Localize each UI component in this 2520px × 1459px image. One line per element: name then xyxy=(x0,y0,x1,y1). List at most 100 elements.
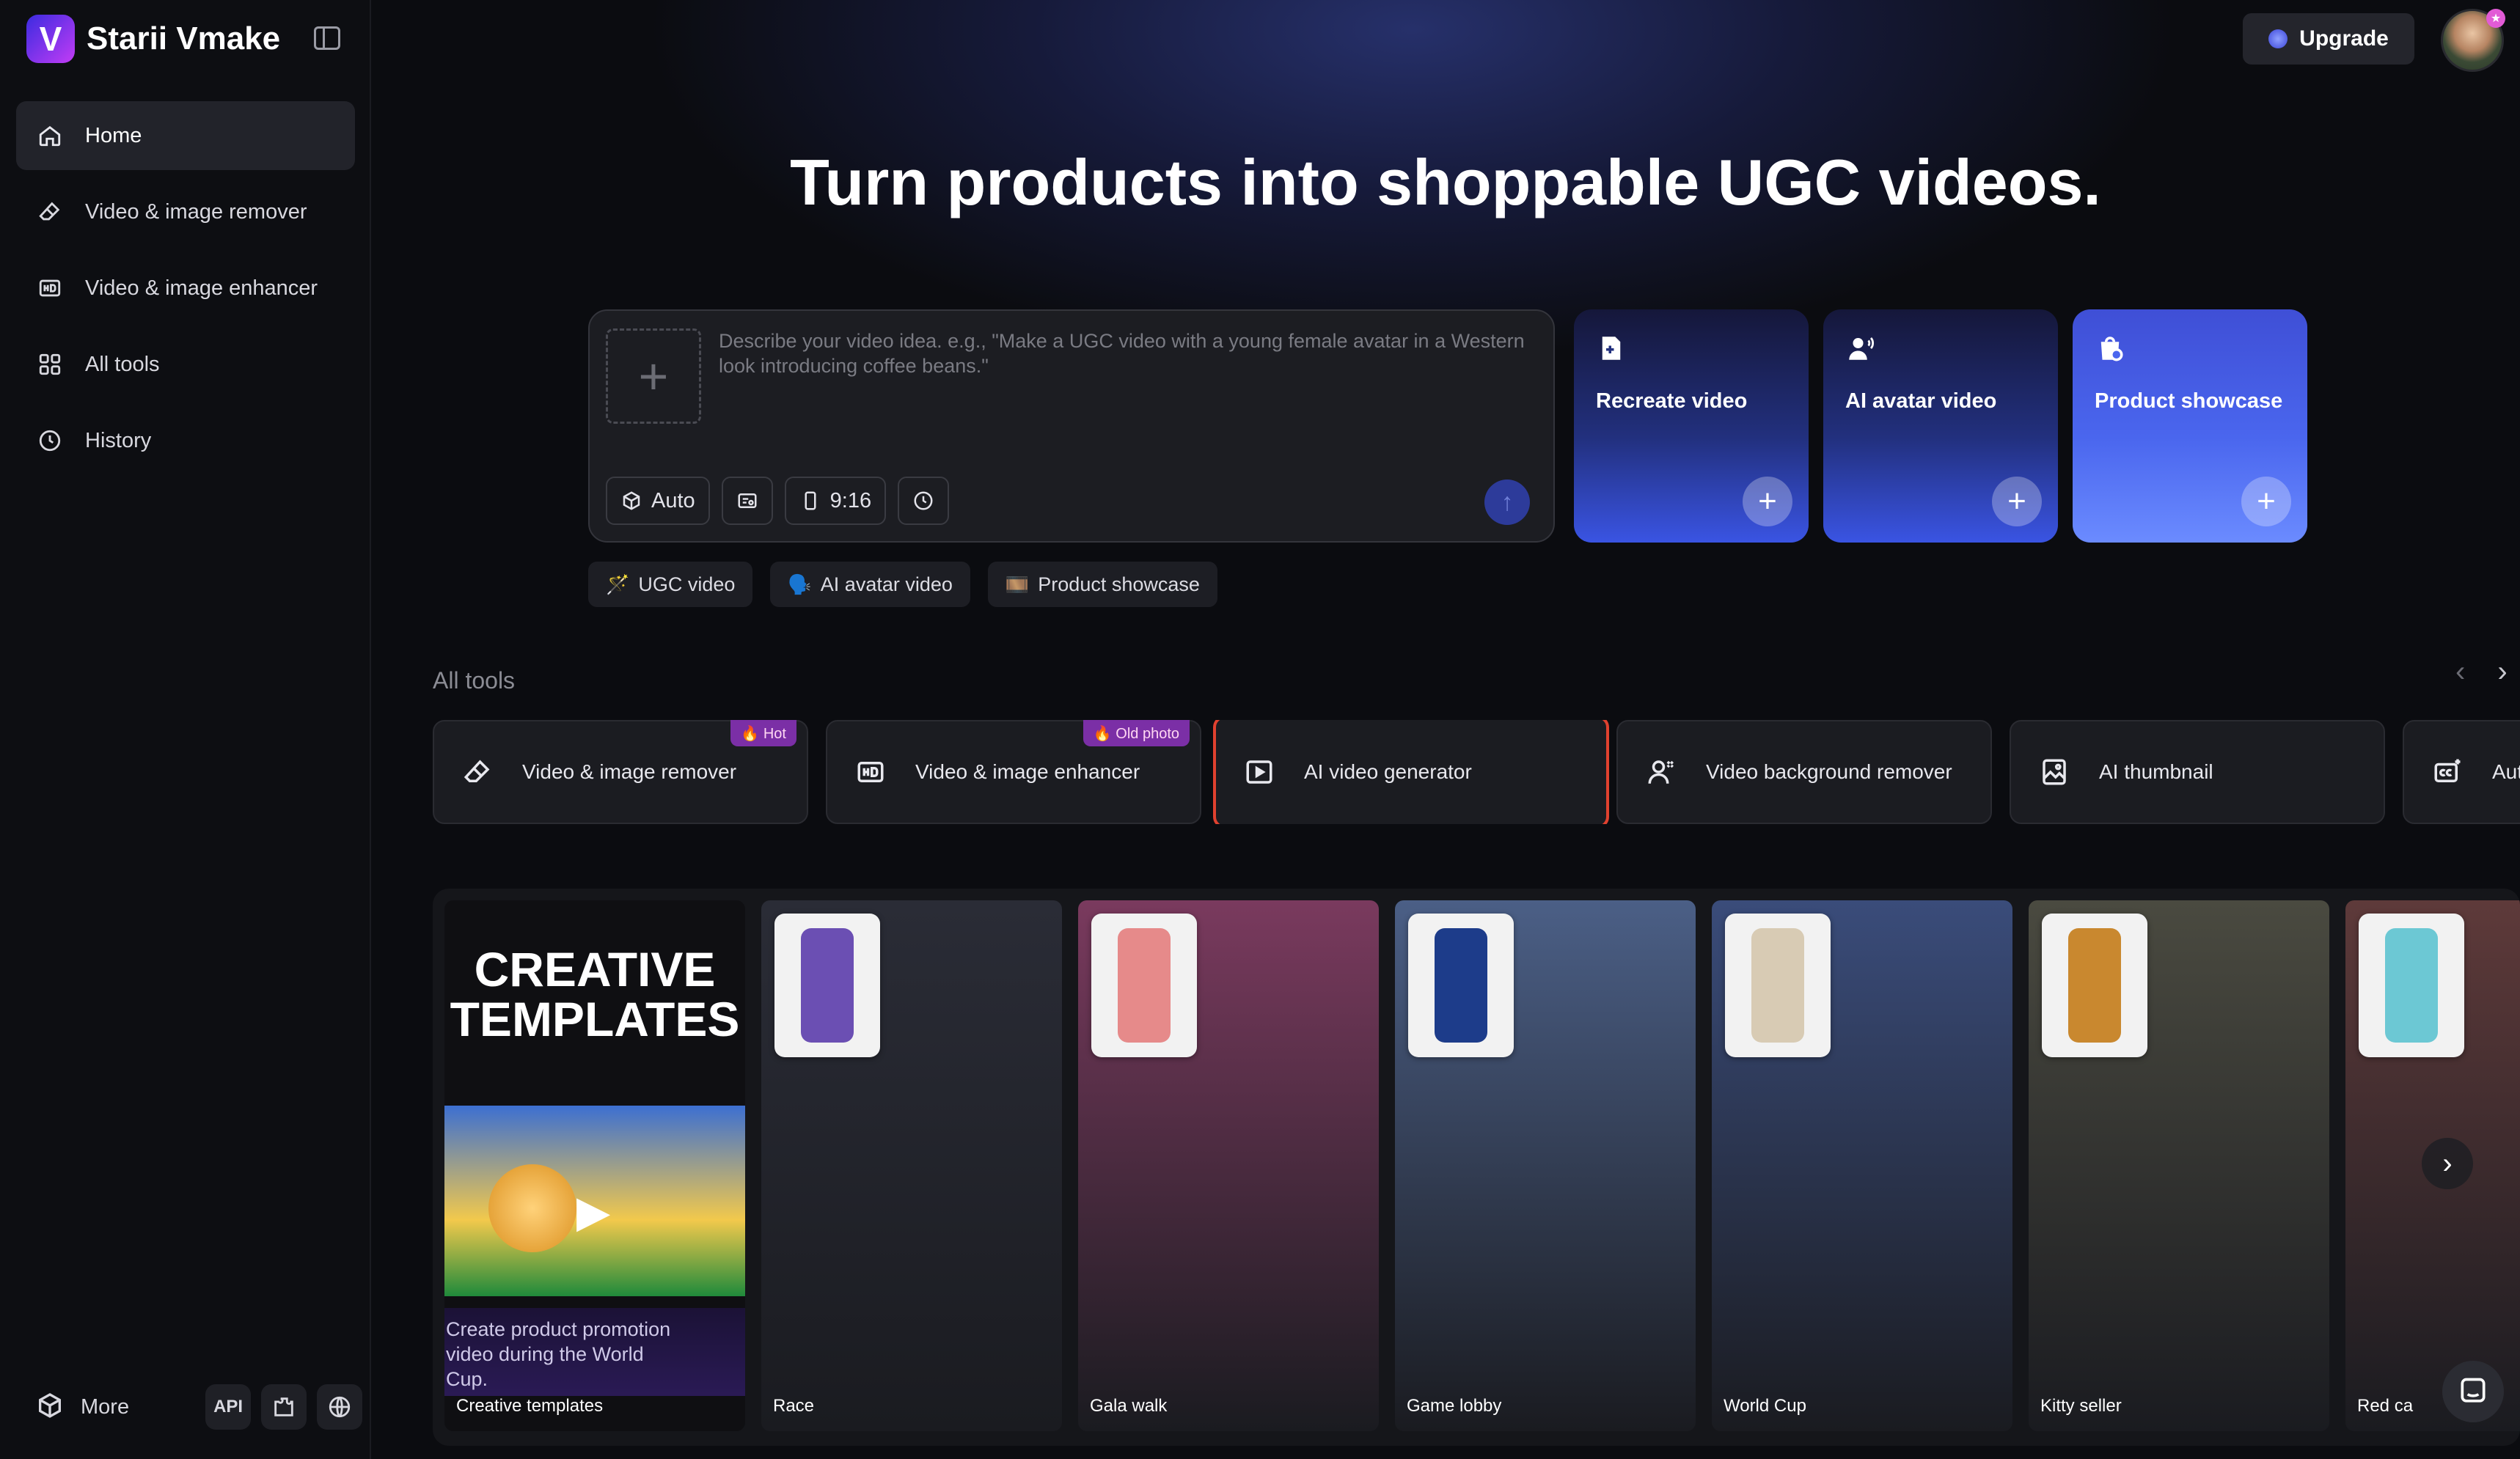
creative-templates-card[interactable]: CREATIVE TEMPLATES ▶ Create product prom… xyxy=(444,900,745,1431)
product-thumbnail xyxy=(2359,914,2464,1057)
media-settings-button[interactable] xyxy=(721,477,773,525)
vmake-logo-icon: V xyxy=(26,15,75,63)
add-ai-avatar-video-button[interactable]: + xyxy=(1992,477,2042,526)
template-card[interactable]: Game lobby xyxy=(1395,900,1696,1431)
support-chat-button[interactable] xyxy=(2442,1361,2504,1422)
sidebar-footer: More API xyxy=(35,1384,363,1430)
person-cutout-icon xyxy=(1648,760,1674,784)
wand-icon: 🪄 xyxy=(606,573,630,595)
chip-label: AI avatar video xyxy=(820,573,953,595)
product-showcase-card[interactable]: Product showcase + xyxy=(2073,309,2307,543)
template-card[interactable]: Gala walk xyxy=(1078,900,1379,1431)
plugin-icon xyxy=(274,1397,293,1416)
sidebar-item-enhancer[interactable]: Video & image enhancer xyxy=(16,254,355,323)
eraser-icon xyxy=(37,199,63,225)
eraser-icon xyxy=(464,760,490,782)
ratio-label: 9:16 xyxy=(829,488,872,512)
sidebar: V Starii Vmake Home Video & image remove… xyxy=(0,0,371,1459)
api-button[interactable]: API xyxy=(205,1384,252,1430)
app-name: Starii Vmake xyxy=(87,21,281,56)
add-recreate-video-button[interactable]: + xyxy=(1743,477,1792,526)
language-button[interactable] xyxy=(317,1384,363,1430)
sidebar-nav: Home Video & image remover Video & image… xyxy=(16,101,355,482)
phone-icon xyxy=(805,491,816,510)
creative-templates-title: CREATIVE TEMPLATES xyxy=(444,944,745,1044)
page-title: Turn products into shoppable UGC videos. xyxy=(790,146,2101,218)
product-image xyxy=(1118,928,1171,1043)
template-card[interactable]: World Cup xyxy=(1712,900,2012,1431)
tool-video-background-remover[interactable]: Video background remover xyxy=(1616,720,1992,824)
ai-avatar-video-card[interactable]: AI avatar video + xyxy=(1823,309,2058,543)
product-thumbnail xyxy=(774,914,880,1057)
feature-label: AI avatar video xyxy=(1845,389,1997,413)
product-thumbnail xyxy=(1091,914,1197,1057)
template-description: Create product promotion video during th… xyxy=(446,1318,671,1390)
prompt-box: + Describe your video idea. e.g., "Make … xyxy=(588,309,1555,543)
title-line: CREATIVE xyxy=(474,942,716,996)
cube-icon xyxy=(623,491,640,510)
card-caption: Gala walk xyxy=(1090,1396,1168,1416)
product-icon xyxy=(2100,337,2123,361)
product-image xyxy=(2068,928,2121,1043)
tool-ai-thumbnail[interactable]: AI thumbnail xyxy=(2010,720,2385,824)
card-caption: Red ca xyxy=(2357,1396,2414,1416)
chip-ugc-video[interactable]: 🪄 UGC video xyxy=(588,562,753,607)
sidebar-item-home[interactable]: Home xyxy=(16,101,355,170)
play-icon[interactable]: ▶ xyxy=(576,1186,610,1238)
plugin-button[interactable] xyxy=(261,1384,307,1430)
grid-icon xyxy=(37,351,63,378)
collapse-sidebar-icon[interactable] xyxy=(314,26,340,50)
sidebar-item-all-tools[interactable]: All tools xyxy=(16,330,355,399)
hd-icon xyxy=(37,275,63,301)
chip-ai-avatar-video[interactable]: 🗣️ AI avatar video xyxy=(770,562,970,607)
chevron-left-icon[interactable]: ‹ xyxy=(2455,655,2465,688)
product-image xyxy=(801,928,854,1043)
section-title-all-tools: All tools xyxy=(433,667,516,694)
tool-label: AI thumbnail xyxy=(2099,760,2213,783)
chip-product-showcase[interactable]: 🎞️ Product showcase xyxy=(987,562,1217,607)
speaking-head-icon: 🗣️ xyxy=(788,573,812,595)
product-thumbnail xyxy=(1725,914,1831,1057)
hot-badge: 🔥 Hot xyxy=(730,720,796,746)
aspect-ratio-select[interactable]: 9:16 xyxy=(784,477,887,525)
globe-icon xyxy=(329,1396,351,1418)
tools-carousel: Video & image remover 🔥 Hot Video & imag… xyxy=(433,720,2520,824)
tools-pager: ‹ › xyxy=(2423,655,2508,688)
template-card[interactable]: Kitty seller xyxy=(2029,900,2329,1431)
tool-ai-video-generator[interactable]: AI video generator xyxy=(1213,720,1609,824)
film-icon: 🎞️ xyxy=(1005,573,1030,595)
sidebar-item-remover[interactable]: Video & image remover xyxy=(16,177,355,246)
tool-video-image-remover[interactable]: Video & image remover 🔥 Hot xyxy=(433,720,808,824)
thumbnail-icon xyxy=(2043,759,2066,785)
add-product-showcase-button[interactable]: + xyxy=(2241,477,2291,526)
send-button[interactable]: ↑ xyxy=(1484,479,1530,525)
duration-button[interactable] xyxy=(898,477,950,525)
recreate-video-card[interactable]: Recreate video + xyxy=(1574,309,1809,543)
gallery-next-button[interactable]: › xyxy=(2422,1138,2473,1189)
product-image xyxy=(2385,928,2438,1043)
clock-icon xyxy=(37,427,63,454)
add-media-button[interactable]: + xyxy=(606,328,701,424)
home-icon xyxy=(37,122,63,149)
prompt-controls: Auto 9:16 xyxy=(606,477,961,525)
card-caption: Creative templates xyxy=(456,1396,604,1416)
tool-label: Video & image remover xyxy=(522,760,737,783)
tool-video-image-enhancer[interactable]: Video & image enhancer 🔥 Old photo xyxy=(826,720,1201,824)
main-content: Upgrade ★ Turn products into shoppable U… xyxy=(371,0,2520,1459)
model-select[interactable]: Auto xyxy=(606,477,710,525)
logo[interactable]: V Starii Vmake xyxy=(26,15,280,63)
chevron-right-icon: › xyxy=(2442,1147,2453,1180)
title-line: TEMPLATES xyxy=(450,992,740,1046)
more-button[interactable]: More xyxy=(81,1395,129,1419)
tool-label: Video & image enhancer xyxy=(915,760,1140,783)
tool-auto-captions[interactable]: Aut xyxy=(2403,720,2520,824)
prompt-input[interactable]: Describe your video idea. e.g., "Make a … xyxy=(719,328,1525,378)
chevron-right-icon[interactable]: › xyxy=(2497,655,2507,688)
model-label: Auto xyxy=(651,488,695,512)
card-caption: Kitty seller xyxy=(2040,1396,2122,1416)
template-card[interactable]: Race xyxy=(761,900,1062,1431)
sidebar-item-history[interactable]: History xyxy=(16,406,355,475)
feature-label: Product showcase xyxy=(2095,389,2283,413)
upgrade-button[interactable]: Upgrade xyxy=(2243,13,2414,65)
tool-label: AI video generator xyxy=(1304,760,1472,783)
